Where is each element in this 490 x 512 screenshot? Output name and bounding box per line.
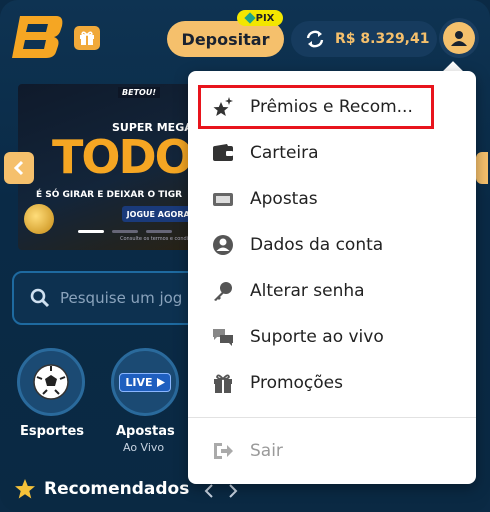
banner-terms: Consulte os termos e condiç <box>120 236 191 242</box>
logout-icon <box>212 440 234 462</box>
banner-subline: É SÓ GIRAR E DEIXAR O TIGR <box>36 190 183 200</box>
balance-amount: R$ 8.329,41 <box>335 31 430 47</box>
gift-button[interactable] <box>74 26 100 50</box>
category-live-sublabel: Ao Vivo <box>123 441 165 454</box>
category-sports-button[interactable] <box>17 348 85 416</box>
pix-icon <box>243 12 256 24</box>
menu-item-wallet[interactable]: Carteira <box>188 131 476 175</box>
carousel-prev-button[interactable] <box>4 152 34 184</box>
menu-item-label: Sair <box>250 441 283 461</box>
menu-item-logout[interactable]: Sair <box>188 429 476 473</box>
category-sports-label: Esportes <box>20 424 85 439</box>
menu-item-label: Suporte ao vivo <box>250 327 384 347</box>
menu-item-live-support[interactable]: Suporte ao vivo <box>188 315 476 359</box>
menu-item-label: Apostas <box>250 189 318 209</box>
wallet-icon <box>212 142 234 164</box>
chat-bubbles-icon <box>212 326 234 348</box>
chevron-left-icon <box>13 160 24 176</box>
menu-item-rewards[interactable]: Prêmios e Recom... <box>188 85 476 129</box>
menu-item-account-data[interactable]: Dados da conta <box>188 223 476 267</box>
brand-logo[interactable] <box>12 12 64 60</box>
gift-icon <box>80 31 94 45</box>
ticket-icon <box>212 188 234 210</box>
user-circle-icon <box>212 234 234 256</box>
profile-avatar-button[interactable] <box>443 22 475 54</box>
menu-item-label: Alterar senha <box>250 281 365 301</box>
coin-image <box>24 204 54 234</box>
gift-icon <box>212 372 234 394</box>
carousel-dot[interactable] <box>146 230 172 233</box>
account-dropdown-menu: Prêmios e Recom... Carteira Apostas Dado… <box>188 71 476 484</box>
pix-label: PIX <box>255 12 275 24</box>
search-icon <box>30 288 50 308</box>
key-icon <box>212 280 234 302</box>
balance-display[interactable]: R$ 8.329,41 <box>291 21 437 57</box>
refresh-icon[interactable] <box>305 30 325 48</box>
app-screen: Depositar PIX R$ 8.329,41 BETOU! SUPER M… <box>0 0 490 512</box>
menu-item-bets[interactable]: Apostas <box>188 177 476 221</box>
recommended-header: Recomendados <box>14 478 189 500</box>
carousel-dot[interactable] <box>112 230 138 233</box>
category-live-label: Apostas <box>116 424 175 439</box>
banner-cta-button[interactable]: JOGUE AGORA! <box>122 206 198 222</box>
banner-headline: TODO <box>52 130 194 184</box>
search-input[interactable]: Pesquise um jog <box>12 271 212 325</box>
chevron-left-icon[interactable] <box>204 484 214 498</box>
menu-item-change-password[interactable]: Alterar senha <box>188 269 476 313</box>
pix-badge: PIX <box>237 10 283 26</box>
category-live-button[interactable]: LIVE <box>111 348 179 416</box>
recommended-nav <box>204 484 238 498</box>
menu-item-label: Promoções <box>250 373 343 393</box>
carousel-dots <box>78 230 172 233</box>
live-badge: LIVE <box>119 372 171 392</box>
play-icon <box>156 377 165 387</box>
menu-item-label: Dados da conta <box>250 235 384 255</box>
carousel-next-button[interactable] <box>476 152 488 184</box>
menu-item-label: Carteira <box>250 143 319 163</box>
menu-item-label: Prêmios e Recom... <box>250 97 413 117</box>
banner-brand: BETOU! <box>118 87 160 98</box>
chevron-right-icon[interactable] <box>228 484 238 498</box>
deposit-button[interactable]: Depositar <box>167 21 284 57</box>
soccer-ball-icon <box>33 364 69 400</box>
menu-item-promotions[interactable]: Promoções <box>188 361 476 405</box>
recommended-title: Recomendados <box>44 479 190 499</box>
star-icon <box>15 479 35 499</box>
menu-divider <box>188 417 476 418</box>
carousel-dot[interactable] <box>78 230 104 233</box>
search-placeholder: Pesquise um jog <box>60 289 183 307</box>
user-icon <box>451 31 467 46</box>
sparkle-star-icon <box>212 96 234 118</box>
